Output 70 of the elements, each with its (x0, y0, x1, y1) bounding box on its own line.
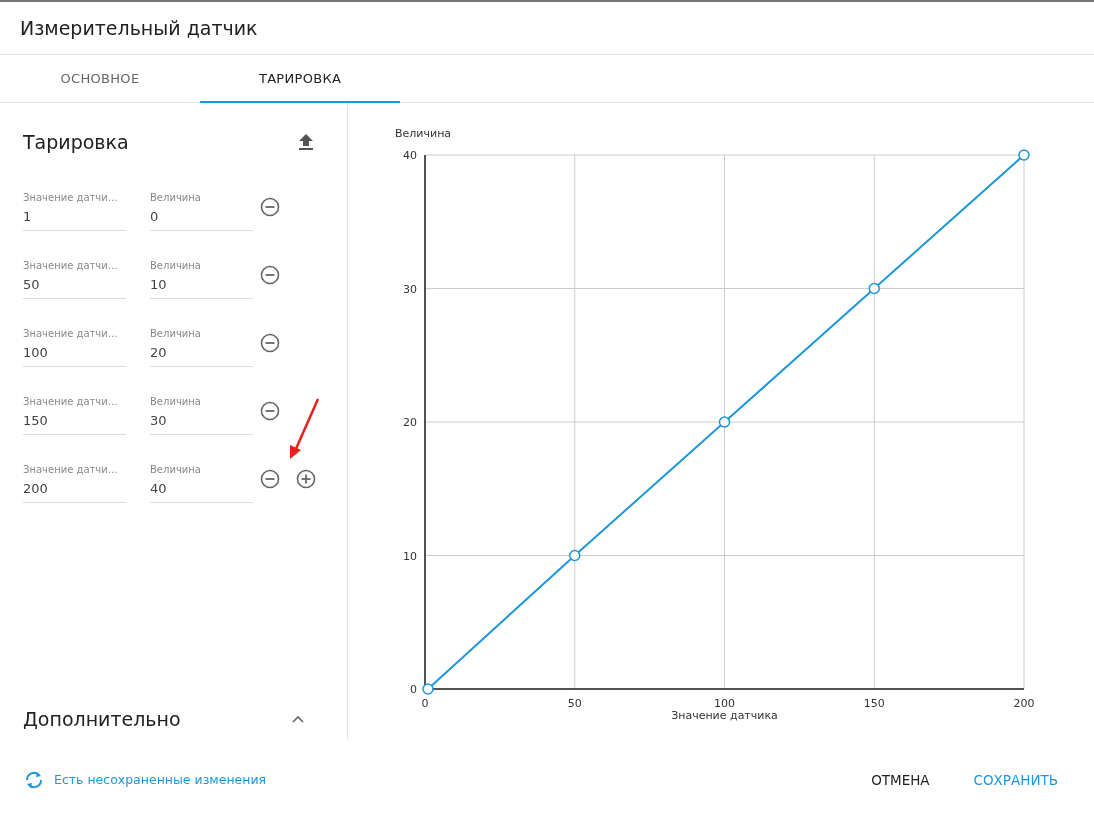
remove-button[interactable] (259, 264, 281, 286)
field-value: 100 (23, 344, 49, 360)
field-label: Значение датчи… (23, 191, 119, 203)
field-label: Значение датчи… (23, 395, 119, 407)
section-title: Дополнительно (23, 708, 181, 730)
input-field[interactable]: Значение датчи… 150 (23, 395, 126, 435)
input-field[interactable]: Значение датчи… 100 (23, 327, 126, 367)
data-point[interactable] (569, 549, 581, 562)
data-point[interactable] (718, 416, 731, 428)
field-label: Величина (150, 395, 202, 407)
tick-label: 40 (403, 149, 417, 162)
remove-button[interactable] (259, 468, 281, 490)
field-label: Значение датчи… (23, 259, 119, 271)
window-title: Измерительный датчик (20, 17, 258, 39)
field-value: 50 (23, 276, 41, 292)
field-label: Величина (150, 327, 202, 339)
input-field[interactable]: Значение датчи… 1 (23, 191, 126, 231)
tick-label: 20 (403, 416, 417, 429)
field-value: 1 (23, 208, 33, 224)
input-field[interactable]: Величина 20 (150, 327, 253, 367)
remove-button[interactable] (259, 400, 281, 422)
input-field[interactable]: Значение датчи… 200 (23, 463, 126, 503)
input-field[interactable]: Значение датчи… 50 (23, 259, 126, 299)
field-value: 150 (23, 412, 49, 428)
cancel-button[interactable]: ОТМЕНА (859, 765, 942, 794)
minus-circle-icon (260, 265, 280, 285)
input-field[interactable]: Величина 10 (150, 259, 253, 299)
upload-icon (298, 133, 314, 151)
add-button[interactable] (295, 468, 317, 490)
minus-circle-icon (260, 197, 280, 217)
field-label: Величина (150, 259, 202, 271)
data-point[interactable] (868, 282, 880, 295)
data-point[interactable] (1018, 149, 1030, 161)
tab[interactable]: ТАРИРОВКА (200, 55, 400, 103)
chevron-up-icon (292, 715, 304, 723)
tick-label: 100 (714, 697, 735, 710)
field-label: Величина (150, 463, 202, 475)
field-value: 200 (23, 480, 49, 496)
section-title: Тарировка (23, 131, 129, 153)
tick-label: 0 (421, 697, 429, 710)
unsaved-changes-status: Есть несохраненные изменения (54, 772, 267, 787)
tick-label: 150 (863, 697, 885, 710)
tick-label: 30 (403, 282, 417, 296)
tick-label: 200 (1013, 697, 1035, 710)
field-label: Величина (150, 191, 202, 203)
axis-title: Значение датчика (671, 709, 778, 722)
tab[interactable]: ОСНОВНОЕ (0, 55, 200, 103)
field-value: 20 (150, 344, 168, 360)
field-label: Значение датчи… (23, 327, 119, 339)
sync-icon (24, 769, 44, 790)
pointer-arrow (287, 397, 321, 461)
field-label: Значение датчи… (23, 463, 119, 475)
minus-circle-icon (260, 469, 280, 489)
tick-label: 0 (410, 683, 417, 696)
field-value: 40 (150, 480, 168, 496)
minus-circle-icon (260, 333, 280, 353)
field-value: 0 (150, 208, 160, 224)
field-value: 30 (150, 412, 168, 428)
input-field[interactable]: Величина 40 (150, 463, 253, 503)
tick-label: 10 (403, 549, 417, 563)
input-field[interactable]: Величина 0 (150, 191, 253, 231)
remove-button[interactable] (259, 196, 281, 218)
axis-title: Величина (395, 127, 452, 140)
field-value: 10 (150, 276, 168, 292)
tick-label: 50 (567, 697, 582, 710)
remove-button[interactable] (259, 332, 281, 354)
data-point[interactable] (422, 683, 434, 695)
minus-circle-icon (260, 401, 280, 421)
input-field[interactable]: Величина 30 (150, 395, 253, 435)
plus-circle-icon (296, 469, 316, 489)
